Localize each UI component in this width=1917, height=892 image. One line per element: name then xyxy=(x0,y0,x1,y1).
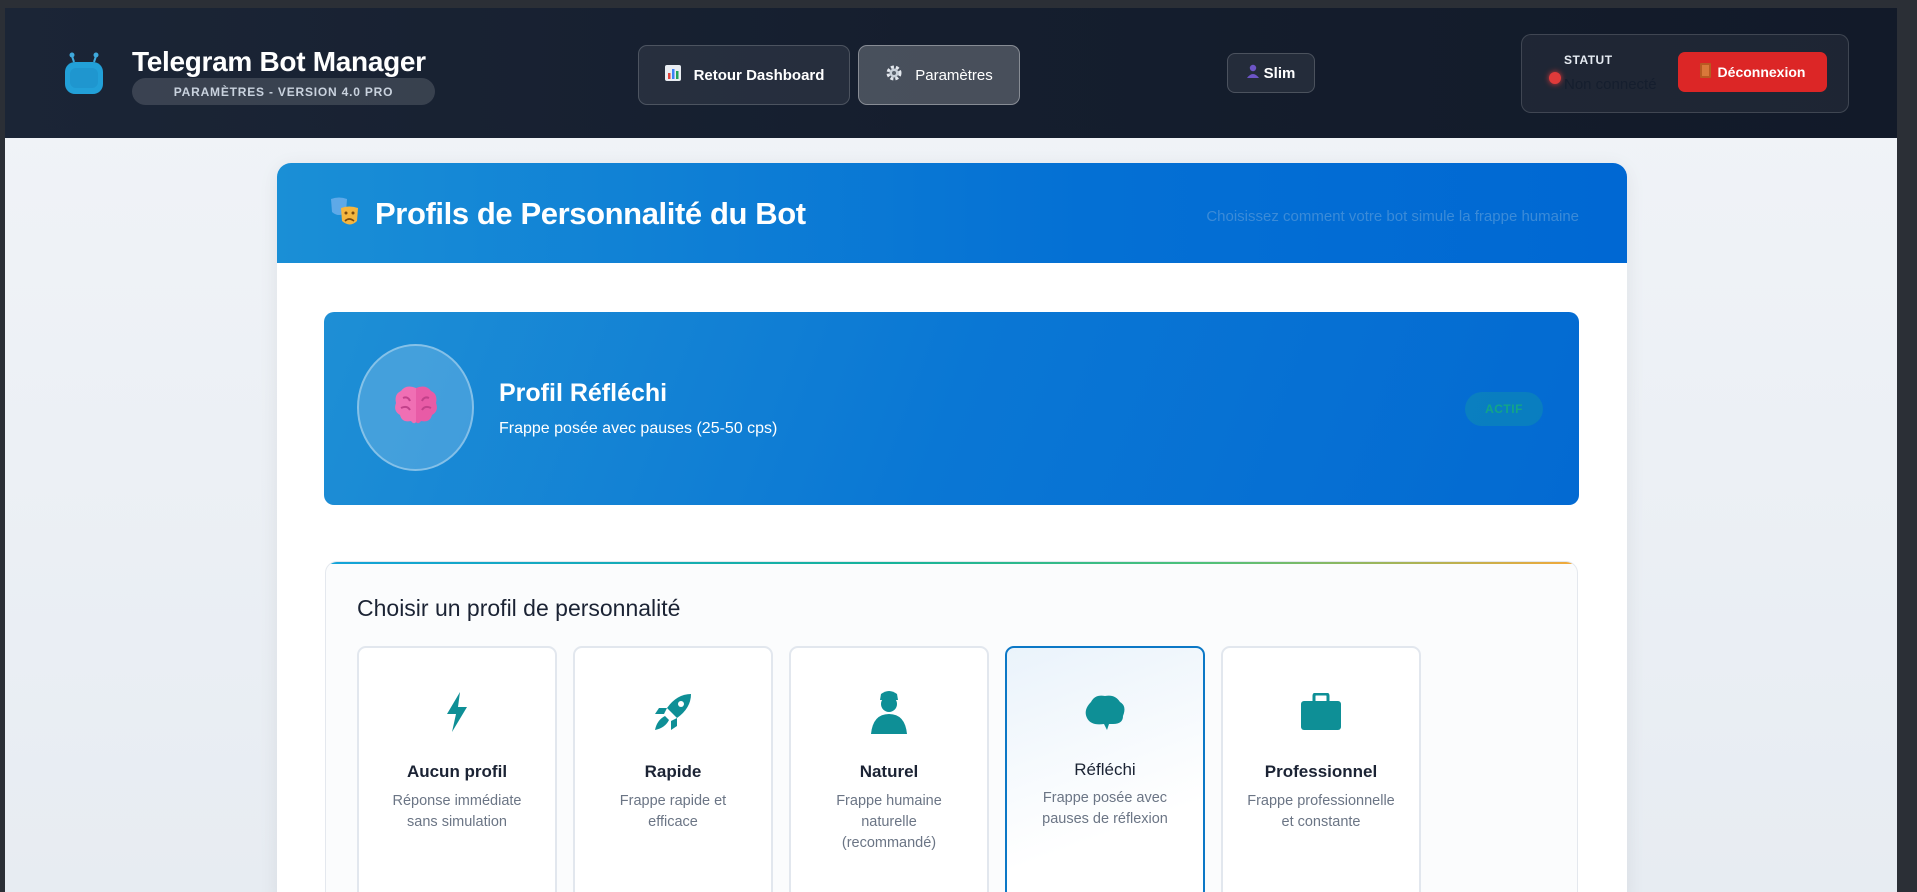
profile-name: Naturel xyxy=(859,762,919,781)
profile-name: Professionnel xyxy=(1264,762,1378,781)
version-badge: PARAMÈTRES - VERSION 4.0 PRO xyxy=(132,78,435,105)
profile-card-reflechi[interactable]: Réfléchi Frappe posée avec pauses de réf… xyxy=(1005,646,1205,892)
profile-description: Frappe posée avec pauses de réflexion xyxy=(1042,790,1168,827)
app-title: Telegram Bot Manager xyxy=(132,46,426,77)
profile-selector-title: Choisir un profil de personnalité xyxy=(357,595,681,621)
lightning-icon xyxy=(359,690,555,734)
profile-name: Aucun profil xyxy=(406,762,508,781)
back-to-dashboard-button[interactable]: Retour Dashboard xyxy=(638,45,850,105)
panel-header: Profils de Personnalité du Bot Choisisse… xyxy=(277,163,1627,263)
back-to-dashboard-label: Retour Dashboard xyxy=(693,66,825,84)
active-profile-avatar xyxy=(357,344,474,471)
profile-description: Frappe rapide et efficace xyxy=(619,793,727,830)
active-profile-description: Frappe posée avec pauses (25-50 cps) xyxy=(499,420,778,437)
profile-card-naturel[interactable]: Naturel Frappe humaine naturelle (recomm… xyxy=(789,646,989,892)
user-icon xyxy=(791,690,987,734)
profile-card-none[interactable]: Aucun profil Réponse immédiate sans simu… xyxy=(357,646,557,892)
profile-card-rapide[interactable]: Rapide Frappe rapide et efficace xyxy=(573,646,773,892)
user-name: Slim xyxy=(1263,64,1296,82)
user-avatar-icon xyxy=(1246,64,1259,82)
brain-icon xyxy=(1007,690,1203,734)
profile-description: Frappe humaine naturelle (recommandé) xyxy=(836,793,942,851)
active-profile-card: Profil Réfléchi Frappe posée avec pauses… xyxy=(324,312,1579,505)
robot-logo-icon xyxy=(60,50,108,96)
user-menu-button[interactable]: Slim xyxy=(1227,53,1315,93)
panel-hint: Choisissez comment votre bot simule la f… xyxy=(1206,208,1579,225)
status-indicator-dot xyxy=(1549,72,1561,84)
status-label: STATUT xyxy=(1564,53,1613,67)
active-profile-title: Profil Réfléchi xyxy=(499,379,668,407)
bar-chart-icon xyxy=(664,64,682,86)
briefcase-icon xyxy=(1223,690,1419,734)
connection-status-panel: STATUT Non connecté Déconnexion xyxy=(1521,34,1849,113)
gear-icon xyxy=(885,64,903,86)
status-value: Non connecté xyxy=(1564,76,1657,93)
logout-label: Déconnexion xyxy=(1717,64,1806,80)
app-window: Telegram Bot Manager PARAMÈTRES - VERSIO… xyxy=(5,8,1897,892)
active-status-badge: ACTIF xyxy=(1465,392,1543,426)
door-icon xyxy=(1699,63,1711,81)
profile-selector: Choisir un profil de personnalité Aucun … xyxy=(325,561,1578,892)
brain-icon xyxy=(392,384,440,431)
rocket-icon xyxy=(575,690,771,734)
logout-button[interactable]: Déconnexion xyxy=(1678,52,1827,92)
panel-title: Profils de Personnalité du Bot xyxy=(375,196,806,231)
profile-name: Rapide xyxy=(644,762,702,781)
profile-description: Frappe professionnelle et constante xyxy=(1247,793,1395,830)
profile-card-professionnel[interactable]: Professionnel Frappe professionnelle et … xyxy=(1221,646,1421,892)
settings-button[interactable]: Paramètres xyxy=(858,45,1020,105)
personality-profiles-panel: Profils de Personnalité du Bot Choisisse… xyxy=(277,163,1627,892)
gradient-divider xyxy=(326,562,1577,564)
settings-label: Paramètres xyxy=(915,66,993,84)
theater-masks-icon xyxy=(329,196,361,237)
top-header: Telegram Bot Manager PARAMÈTRES - VERSIO… xyxy=(5,8,1897,138)
profile-name: Réfléchi xyxy=(1074,760,1136,779)
profile-description: Réponse immédiate sans simulation xyxy=(392,793,522,830)
